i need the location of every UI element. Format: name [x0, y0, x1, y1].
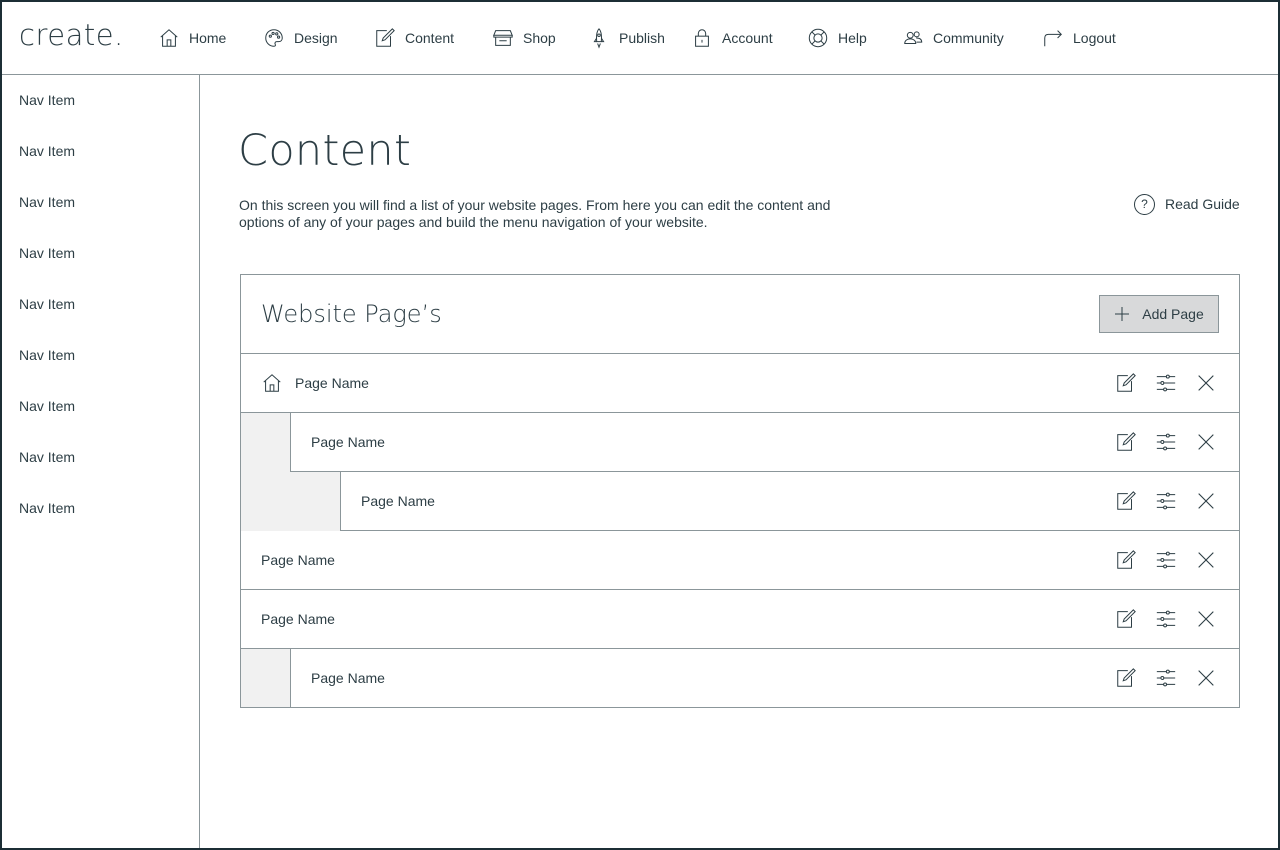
nav-help[interactable]: Help	[807, 24, 867, 52]
page-row-label: Page Name	[311, 413, 385, 471]
settings-sliders-icon[interactable]	[1155, 667, 1177, 689]
close-icon[interactable]	[1195, 372, 1217, 394]
nav-logout[interactable]: Logout	[1042, 24, 1116, 52]
close-icon[interactable]	[1195, 667, 1217, 689]
row-actions	[1115, 431, 1217, 453]
settings-sliders-icon[interactable]	[1155, 490, 1177, 512]
panel-title: Website Page’s	[261, 300, 442, 328]
page-row-label: Page Name	[361, 472, 435, 530]
sidebar-item[interactable]: Nav Item	[19, 500, 75, 516]
page-row[interactable]: Page Name	[241, 531, 1239, 590]
read-guide-label: Read Guide	[1165, 196, 1240, 212]
nav-label: Shop	[523, 30, 556, 46]
sidebar: Nav Item Nav Item Nav Item Nav Item Nav …	[2, 75, 200, 848]
page-row[interactable]: Page Name	[241, 413, 1239, 472]
nav-label: Community	[933, 30, 1004, 46]
question-icon: ?	[1134, 193, 1155, 215]
row-actions	[1115, 549, 1217, 571]
sidebar-item[interactable]: Nav Item	[19, 92, 75, 108]
row-actions	[1115, 372, 1217, 394]
nav-label: Design	[294, 30, 338, 46]
close-icon[interactable]	[1195, 549, 1217, 571]
nav-label: Content	[405, 30, 455, 46]
indent-spacer	[241, 472, 341, 531]
top-nav-bar: create. Home Design Content Shop Publish…	[2, 2, 1278, 75]
page-row[interactable]: Page Name	[241, 354, 1239, 413]
panel-header: Website Page’s Add Page	[241, 275, 1239, 354]
nav-label: Help	[838, 30, 867, 46]
users-icon	[904, 31, 923, 45]
home-icon	[261, 372, 283, 394]
page-row[interactable]: Page Name	[241, 649, 1239, 708]
sidebar-item[interactable]: Nav Item	[19, 296, 75, 312]
logout-arrow-icon	[1044, 30, 1062, 47]
page-row-label: Page Name	[261, 590, 335, 648]
page-name[interactable]: Page Name	[295, 375, 369, 391]
logo[interactable]: create.	[19, 18, 124, 52]
store-icon	[493, 30, 513, 46]
sidebar-item[interactable]: Nav Item	[19, 194, 75, 210]
sidebar-item[interactable]: Nav Item	[19, 398, 75, 414]
edit-icon[interactable]	[1115, 549, 1137, 571]
page-row-label: Page Name	[311, 649, 385, 707]
close-icon[interactable]	[1195, 490, 1217, 512]
sidebar-item[interactable]: Nav Item	[19, 143, 75, 159]
sidebar-item[interactable]: Nav Item	[19, 449, 75, 465]
edit-icon[interactable]	[1115, 431, 1137, 453]
page-name[interactable]: Page Name	[311, 670, 385, 686]
nav-label: Logout	[1073, 30, 1116, 46]
nav-account[interactable]: Account	[691, 24, 773, 52]
lifebuoy-icon	[808, 28, 828, 48]
nav-design[interactable]: Design	[263, 24, 338, 52]
edit-icon[interactable]	[1115, 490, 1137, 512]
nav-publish[interactable]: Publish	[588, 24, 665, 52]
close-icon[interactable]	[1195, 608, 1217, 630]
add-page-button[interactable]: Add Page	[1099, 295, 1219, 333]
nav-label: Account	[722, 30, 773, 46]
settings-sliders-icon[interactable]	[1155, 372, 1177, 394]
nav-content[interactable]: Content	[374, 24, 454, 52]
edit-icon	[376, 28, 395, 47]
settings-sliders-icon[interactable]	[1155, 608, 1177, 630]
page-name[interactable]: Page Name	[361, 493, 435, 509]
nav-home[interactable]: Home	[158, 24, 226, 52]
page-name[interactable]: Page Name	[261, 611, 335, 627]
page-row-label: Page Name	[261, 354, 369, 412]
nav-label: Publish	[619, 30, 665, 46]
page-name[interactable]: Page Name	[261, 552, 335, 568]
palette-icon	[265, 29, 283, 47]
nav-label: Home	[189, 30, 227, 46]
row-actions	[1115, 608, 1217, 630]
settings-sliders-icon[interactable]	[1155, 431, 1177, 453]
nav-shop[interactable]: Shop	[492, 24, 556, 52]
page-description: On this screen you will find a list of y…	[239, 197, 831, 230]
indent-spacer	[241, 413, 291, 472]
indent-spacer	[241, 649, 291, 707]
edit-icon[interactable]	[1115, 372, 1137, 394]
rocket-icon	[593, 28, 605, 49]
edit-icon[interactable]	[1115, 667, 1137, 689]
edit-icon[interactable]	[1115, 608, 1137, 630]
website-pages-panel: Website Page’s Add Page Page Name Page Na…	[240, 274, 1240, 708]
sidebar-item[interactable]: Nav Item	[19, 245, 75, 261]
read-guide-link[interactable]: ? Read Guide	[1134, 193, 1240, 215]
plus-icon	[1115, 307, 1130, 321]
page-row[interactable]: Page Name	[241, 472, 1239, 531]
nav-community[interactable]: Community	[902, 24, 1004, 52]
page-row-label: Page Name	[261, 531, 335, 589]
lock-icon	[695, 29, 709, 47]
sidebar-item[interactable]: Nav Item	[19, 347, 75, 363]
home-icon	[160, 29, 178, 47]
add-page-label: Add Page	[1142, 306, 1204, 322]
page-name[interactable]: Page Name	[311, 434, 385, 450]
row-actions	[1115, 490, 1217, 512]
close-icon[interactable]	[1195, 431, 1217, 453]
settings-sliders-icon[interactable]	[1155, 549, 1177, 571]
row-actions	[1115, 667, 1217, 689]
page-title: Content	[238, 126, 412, 176]
page-row[interactable]: Page Name	[241, 590, 1239, 649]
